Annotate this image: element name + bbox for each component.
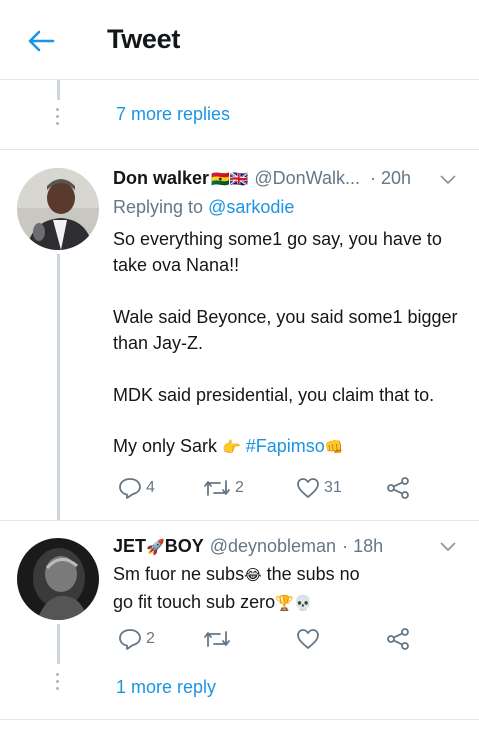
more-replies-row[interactable]: 7 more replies	[0, 80, 479, 150]
back-button[interactable]	[24, 24, 58, 58]
retweet-button[interactable]: 2	[203, 477, 244, 499]
more-replies-link[interactable]: 1 more reply	[116, 677, 216, 698]
timestamp[interactable]: · 18h	[342, 536, 383, 557]
like-count: 31	[324, 479, 342, 496]
tweet-text-line: MDK said presidential, you claim that to…	[113, 385, 435, 405]
tweet-header: Don walker 🇬🇭🇬🇧 @DonWalk... · 20h	[113, 168, 411, 189]
share-icon	[387, 628, 409, 650]
retweet-button[interactable]	[203, 628, 235, 650]
display-name[interactable]: Don walker	[113, 168, 209, 189]
tweet-text-line: So everything some1 go say, you have to …	[113, 229, 442, 275]
avatar[interactable]	[17, 168, 99, 250]
like-button[interactable]: 31	[296, 477, 342, 499]
retweet-count: 2	[235, 479, 244, 496]
username[interactable]: @deynobleman	[210, 536, 336, 557]
retweet-icon	[204, 480, 230, 496]
top-bar: Tweet	[0, 0, 479, 80]
heart-icon	[297, 629, 319, 649]
share-button[interactable]	[386, 627, 410, 651]
avatar[interactable]	[17, 538, 99, 620]
tweet-text-line: My only Sark 👉 #Fapimso👊	[113, 436, 344, 456]
thread-dots	[55, 673, 59, 690]
chevron-down-icon[interactable]	[439, 541, 457, 553]
reply-count: 2	[146, 630, 155, 647]
tweet[interactable]: JET🚀BOY @deynobleman · 18h Sm fuor ne su…	[0, 521, 479, 731]
more-replies-link[interactable]: 7 more replies	[116, 104, 230, 125]
heart-icon	[297, 478, 319, 498]
tweet-text: Sm fuor ne subs😂 the subs no go fit touc…	[113, 564, 360, 612]
divider	[0, 719, 479, 720]
flag-emojis: 🇬🇭🇬🇧	[211, 170, 249, 188]
reply-icon	[119, 478, 141, 499]
hashtag-link[interactable]: #Fapimso	[246, 436, 325, 456]
replying-to: Replying to @sarkodie	[113, 197, 295, 217]
reply-button[interactable]: 4	[118, 477, 155, 499]
username[interactable]: @DonWalk...	[254, 168, 360, 189]
reply-count: 4	[146, 479, 155, 496]
reply-icon	[119, 629, 141, 650]
replying-handle-link[interactable]: @sarkodie	[208, 197, 294, 217]
arrow-left-icon	[28, 30, 55, 52]
page-title: Tweet	[107, 24, 181, 54]
tweet-text-line: Wale said Beyonce, you said some1 bigger…	[113, 307, 458, 353]
timestamp[interactable]: · 20h	[370, 168, 411, 189]
display-name[interactable]: JET🚀BOY	[113, 536, 204, 557]
thread-connector	[57, 624, 60, 664]
reply-button[interactable]: 2	[118, 628, 155, 650]
like-button[interactable]	[296, 628, 324, 650]
retweet-icon	[204, 631, 230, 647]
thread-connector	[57, 80, 60, 100]
thread-connector	[57, 254, 60, 520]
share-button[interactable]	[386, 476, 410, 500]
tweet-header: JET🚀BOY @deynobleman · 18h	[113, 536, 383, 557]
thread-dots	[55, 108, 59, 125]
tweet[interactable]: Don walker 🇬🇭🇬🇧 @DonWalk... · 20h Replyi…	[0, 151, 479, 520]
chevron-down-icon[interactable]	[439, 174, 457, 186]
share-icon	[387, 477, 409, 499]
